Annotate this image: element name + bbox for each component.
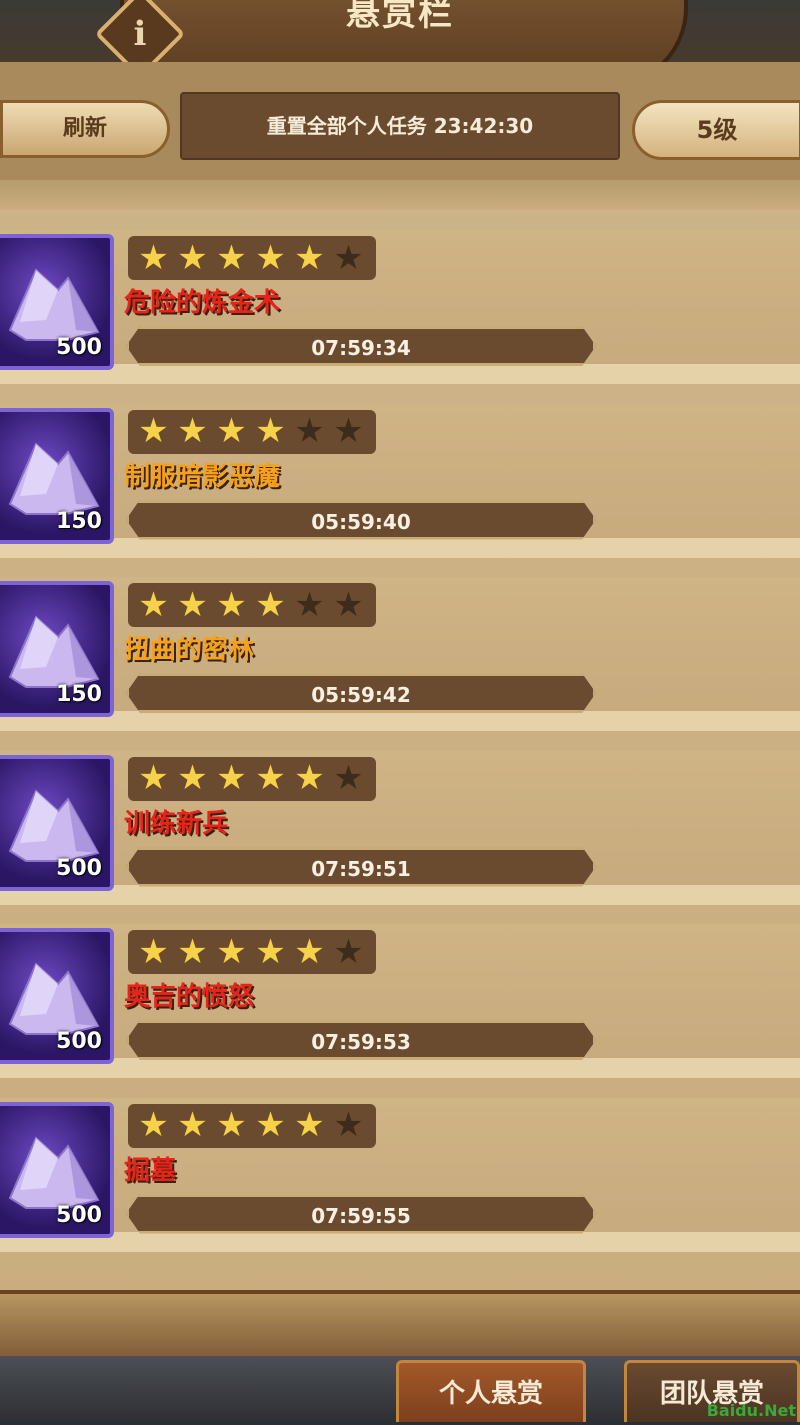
star-rating: ★ ★ ★ ★ ★ ★ <box>128 409 376 454</box>
bounty-row[interactable]: 500 ★ ★ ★ ★ ★ ★ 危险的炼金术 07:59:34 <box>0 230 800 384</box>
star-filled-icon: ★ <box>255 1105 286 1145</box>
reward-item[interactable]: 500 <box>0 234 114 370</box>
star-empty-icon: ★ <box>294 411 325 451</box>
star-empty-icon: ★ <box>294 584 325 625</box>
bounty-timer: 07:59:55 <box>126 1193 596 1234</box>
bounty-name: 扭曲的密林 <box>124 635 255 665</box>
bounty-panel: 刷新 重置全部个人任务 23:42:30 5级 500 ★ ★ ★ ★ ★ ★ 危险的炼金术 0… <box>0 62 800 1352</box>
row-divider <box>0 1058 800 1078</box>
row-divider <box>0 1231 800 1252</box>
star-filled-icon: ★ <box>177 758 208 798</box>
bounty-row[interactable]: 150 ★ ★ ★ ★ ★ ★ 制服暗影恶魔 05:59:40 <box>0 403 800 558</box>
bottom-frame <box>0 1290 800 1364</box>
reward-amount: 150 <box>56 508 102 534</box>
star-filled-icon: ★ <box>216 411 247 451</box>
purple-crystal-icon <box>8 268 100 341</box>
star-rating: ★ ★ ★ ★ ★ ★ <box>128 583 376 627</box>
star-filled-icon: ★ <box>216 584 247 625</box>
row-divider <box>0 711 800 731</box>
divider <box>0 180 800 210</box>
star-rating: ★ ★ ★ ★ ★ ★ <box>128 756 376 801</box>
reward-item[interactable]: 500 <box>0 1101 114 1238</box>
star-filled-icon: ★ <box>216 758 247 798</box>
bounty-timer: 05:59:42 <box>126 673 596 713</box>
star-filled-icon: ★ <box>138 1105 169 1145</box>
star-rating: ★ ★ ★ ★ ★ ★ <box>128 236 376 280</box>
purple-crystal-icon <box>8 1135 100 1209</box>
star-empty-icon: ★ <box>333 584 364 625</box>
star-filled-icon: ★ <box>255 411 286 451</box>
star-filled-icon: ★ <box>216 931 247 972</box>
star-rating: ★ ★ ★ ★ ★ ★ <box>128 1103 376 1148</box>
purple-crystal-icon <box>8 441 100 515</box>
reset-timer-text: 重置全部个人任务 23:42:30 <box>180 92 620 160</box>
reward-item[interactable]: 500 <box>0 928 114 1064</box>
star-filled-icon: ★ <box>216 1105 247 1145</box>
bounty-name: 制服暗影恶魔 <box>124 461 281 492</box>
bounty-timer: 07:59:53 <box>126 1020 596 1060</box>
star-filled-icon: ★ <box>216 237 247 278</box>
star-filled-icon: ★ <box>138 931 169 972</box>
reward-amount: 500 <box>56 1029 102 1054</box>
star-filled-icon: ★ <box>138 758 169 798</box>
star-filled-icon: ★ <box>138 584 169 625</box>
row-divider <box>0 364 800 384</box>
level-button[interactable]: 5级 <box>632 100 800 160</box>
star-filled-icon: ★ <box>138 237 169 278</box>
reward-item[interactable]: 150 <box>0 581 114 717</box>
reward-amount: 500 <box>56 855 102 881</box>
star-filled-icon: ★ <box>177 1105 208 1145</box>
star-empty-icon: ★ <box>333 411 364 451</box>
star-filled-icon: ★ <box>177 237 208 278</box>
star-empty-icon: ★ <box>333 758 364 798</box>
reward-amount: 500 <box>56 1202 102 1228</box>
bounty-name: 奥吉的愤怒 <box>124 982 255 1012</box>
star-filled-icon: ★ <box>138 411 169 451</box>
reward-item[interactable]: 150 <box>0 407 114 544</box>
row-divider <box>0 884 800 905</box>
watermark: Baidu.Net <box>706 1401 796 1420</box>
bounty-row[interactable]: 500 ★ ★ ★ ★ ★ ★ 奥吉的愤怒 07:59:53 <box>0 924 800 1078</box>
bounty-name: 训练新兵 <box>124 808 229 839</box>
tab-personal-bounty[interactable]: 个人悬赏 <box>396 1360 586 1422</box>
star-filled-icon: ★ <box>255 237 286 278</box>
star-rating: ★ ★ ★ ★ ★ ★ <box>128 930 376 974</box>
star-filled-icon: ★ <box>255 584 286 625</box>
purple-crystal-icon <box>8 788 100 862</box>
star-filled-icon: ★ <box>177 411 208 451</box>
bounty-row[interactable]: 150 ★ ★ ★ ★ ★ ★ 扭曲的密林 05:59:42 <box>0 577 800 731</box>
star-filled-icon: ★ <box>294 237 325 278</box>
star-filled-icon: ★ <box>255 758 286 798</box>
star-empty-icon: ★ <box>333 931 364 972</box>
star-empty-icon: ★ <box>333 237 364 278</box>
bounty-row[interactable]: 500 ★ ★ ★ ★ ★ ★ 掘墓 07:59:55 <box>0 1097 800 1252</box>
bounty-timer: 07:59:51 <box>126 846 596 887</box>
bounty-row[interactable]: 500 ★ ★ ★ ★ ★ ★ 训练新兵 07:59:51 <box>0 750 800 905</box>
reward-item[interactable]: 500 <box>0 754 114 891</box>
star-filled-icon: ★ <box>177 584 208 625</box>
star-filled-icon: ★ <box>294 931 325 972</box>
reward-amount: 150 <box>56 682 102 707</box>
purple-crystal-icon <box>8 615 100 688</box>
star-filled-icon: ★ <box>294 758 325 798</box>
info-icon: i <box>133 14 147 54</box>
bounty-timer: 07:59:34 <box>126 326 596 366</box>
star-filled-icon: ★ <box>255 931 286 972</box>
star-empty-icon: ★ <box>333 1105 364 1145</box>
purple-crystal-icon <box>8 962 100 1035</box>
star-filled-icon: ★ <box>177 931 208 972</box>
refresh-button[interactable]: 刷新 <box>0 100 170 158</box>
row-divider <box>0 537 800 558</box>
bounty-name: 危险的炼金术 <box>124 288 281 318</box>
star-filled-icon: ★ <box>294 1105 325 1145</box>
reward-amount: 500 <box>56 335 102 360</box>
bounty-name: 掘墓 <box>124 1155 177 1186</box>
bounty-timer: 05:59:40 <box>126 499 596 540</box>
